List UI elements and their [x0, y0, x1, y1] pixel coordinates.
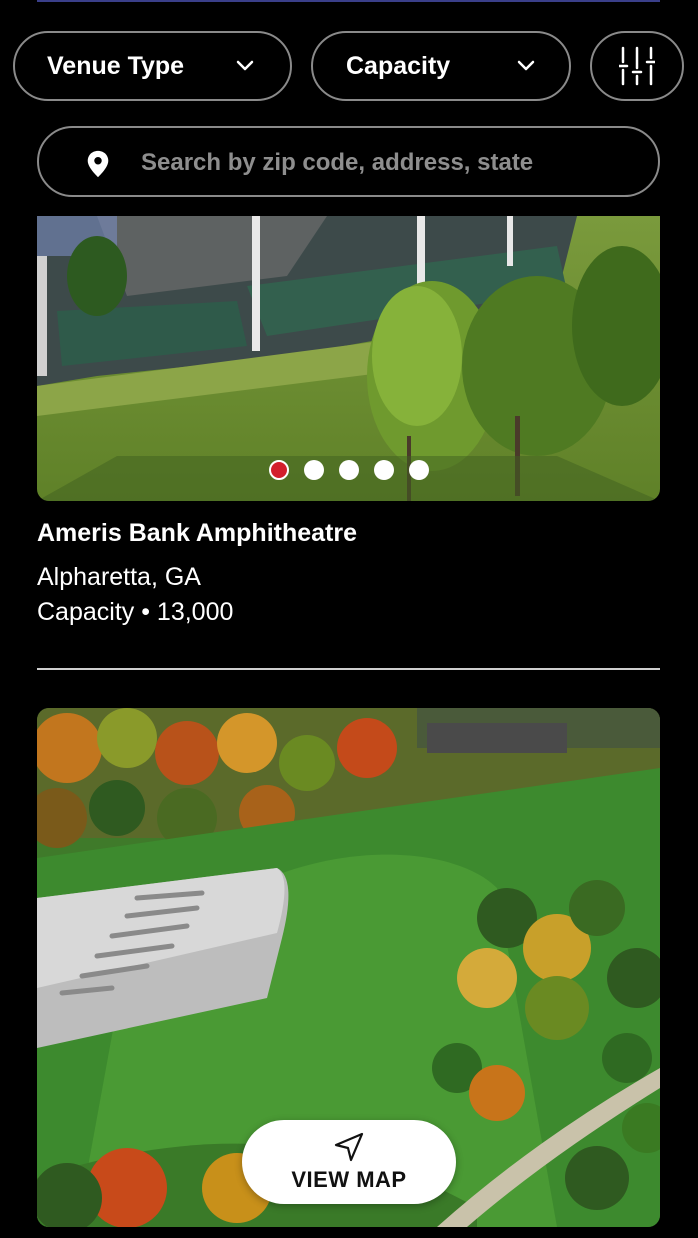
- carousel-dot[interactable]: [373, 460, 394, 480]
- venue-type-label: Venue Type: [47, 51, 185, 80]
- view-map-label: VIEW MAP: [291, 1167, 407, 1192]
- chevron-down-icon: [517, 60, 535, 71]
- capacity-label: Capacity: [346, 51, 451, 80]
- venue-type-dropdown[interactable]: Venue Type: [13, 31, 292, 101]
- carousel-dot[interactable]: [268, 460, 289, 480]
- view-map-button[interactable]: VIEW MAP: [242, 1120, 456, 1204]
- search-box[interactable]: [37, 126, 660, 197]
- capacity-dropdown[interactable]: Capacity: [311, 31, 571, 101]
- navigation-arrow-icon: [334, 1132, 364, 1162]
- carousel-dot[interactable]: [338, 460, 359, 480]
- carousel-dot[interactable]: [408, 460, 429, 480]
- top-divider: [37, 0, 660, 2]
- venue-location: Alpharetta, GA: [37, 563, 201, 591]
- chevron-down-icon: [236, 60, 254, 71]
- venue-capacity: Capacity • 13,000: [37, 598, 234, 626]
- carousel-dots: [37, 460, 660, 480]
- card-divider: [37, 668, 660, 670]
- search-input[interactable]: [139, 142, 623, 184]
- venue-photo: [37, 216, 660, 501]
- carousel-dot[interactable]: [303, 460, 324, 480]
- sliders-icon: [619, 46, 655, 86]
- more-filters-button[interactable]: [590, 31, 684, 101]
- venue-image-carousel[interactable]: [37, 216, 660, 501]
- venue-name[interactable]: Ameris Bank Amphitheatre: [37, 519, 357, 548]
- location-pin-icon: [87, 150, 109, 178]
